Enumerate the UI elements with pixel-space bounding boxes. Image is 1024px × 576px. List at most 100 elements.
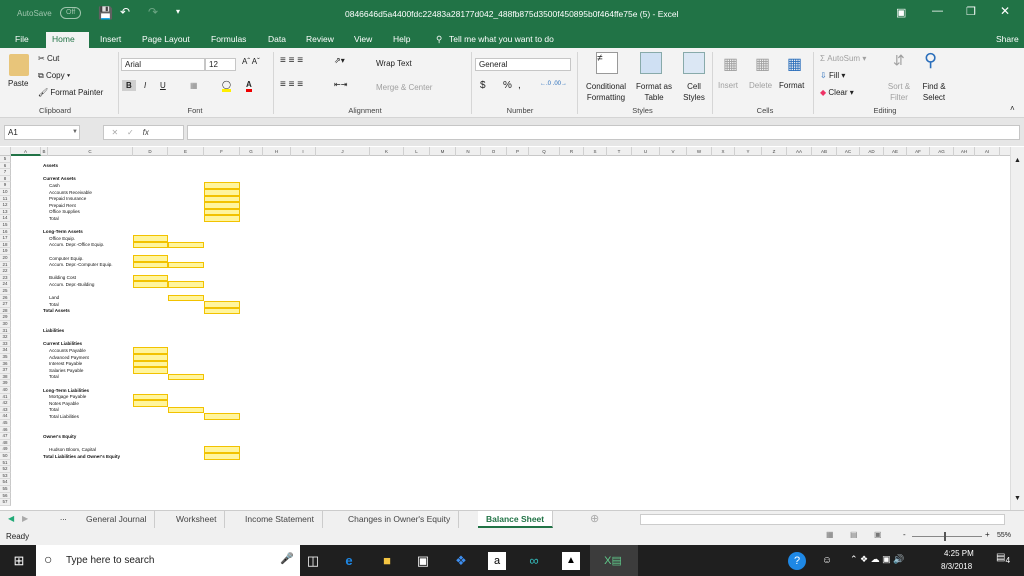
cell-label[interactable]: Computer Equip. <box>49 256 83 261</box>
merge-center-button[interactable]: Merge & Center <box>376 83 432 92</box>
row-header[interactable]: 17 <box>0 235 11 242</box>
input-cell-e18[interactable] <box>168 241 204 249</box>
column-header-aa[interactable]: AA <box>787 147 812 156</box>
row-header[interactable]: 9 <box>0 182 11 189</box>
input-cell-d18[interactable] <box>133 241 168 249</box>
currency-button[interactable]: $ <box>480 80 486 91</box>
row-header[interactable]: 32 <box>0 334 11 341</box>
format-as-table-button[interactable]: Format as Table <box>632 81 676 103</box>
input-cell-f13[interactable] <box>204 208 240 216</box>
input-cell-f11[interactable] <box>204 195 240 203</box>
prev-sheet-icon[interactable]: ◀ <box>8 514 14 523</box>
autosum-button[interactable]: Σ AutoSum ▾ <box>820 54 866 63</box>
row-header[interactable]: 47 <box>0 433 11 440</box>
clock-time[interactable]: 4:25 PM <box>944 549 974 558</box>
font-name-select[interactable]: Arial <box>121 58 205 71</box>
sheet-tab-income-statement[interactable]: Income Statement <box>237 511 323 528</box>
worksheet-grid[interactable]: 5 6 7 8 9 10 11 12 13 14 15 16 17 18 19 20 21 22 23 24 25 26 2… <box>0 156 1010 510</box>
formula-input[interactable] <box>187 125 1020 140</box>
input-cell-d42[interactable] <box>133 400 168 407</box>
tab-page-layout[interactable]: Page Layout <box>136 32 196 48</box>
row-header[interactable]: 6 <box>0 162 11 170</box>
tab-insert[interactable]: Insert <box>94 32 127 48</box>
input-cell-d23[interactable] <box>133 274 168 282</box>
row-header[interactable]: 35 <box>0 354 11 361</box>
input-cell-f14[interactable] <box>204 215 240 222</box>
column-header-a[interactable]: A <box>11 147 41 156</box>
close-icon[interactable]: ✕ <box>1000 4 1010 18</box>
font-color-icon[interactable]: A <box>246 80 252 92</box>
infinity-app-icon[interactable]: ∞ <box>525 552 543 570</box>
font-size-select[interactable]: 12 <box>205 58 236 71</box>
redo-icon[interactable]: ↷ <box>148 5 158 19</box>
cell-label[interactable]: Liabilities <box>43 328 64 333</box>
row-header[interactable]: 23 <box>0 274 11 282</box>
zoom-level[interactable]: 55% <box>997 532 1011 539</box>
tab-review[interactable]: Review <box>300 32 340 48</box>
format-painter-button[interactable]: 🖌 Format Painter <box>38 88 103 97</box>
cell-label[interactable]: Accounts Payable <box>49 348 86 353</box>
row-header[interactable]: 20 <box>0 255 11 262</box>
row-header[interactable]: 51 <box>0 459 11 467</box>
input-cell-e38[interactable] <box>168 373 204 381</box>
input-cell-d41[interactable] <box>133 393 168 401</box>
cell-label[interactable]: Office Equip. <box>49 236 75 241</box>
row-header[interactable]: 18 <box>0 241 11 249</box>
column-header-n[interactable]: N <box>456 147 481 156</box>
store-icon[interactable]: ▣ <box>414 552 432 570</box>
number-format-select[interactable]: General <box>475 58 571 71</box>
row-header[interactable]: 24 <box>0 281 11 288</box>
zoom-slider-thumb[interactable] <box>944 532 946 541</box>
tab-formulas[interactable]: Formulas <box>205 32 252 48</box>
row-header[interactable]: 52 <box>0 466 11 473</box>
dropbox-icon[interactable]: ❖ <box>452 552 470 570</box>
column-header-e[interactable]: E <box>168 147 204 156</box>
input-cell-e24[interactable] <box>168 281 204 288</box>
column-header-s[interactable]: S <box>584 147 607 156</box>
row-header[interactable]: 45 <box>0 420 11 427</box>
row-header[interactable]: 11 <box>0 195 11 203</box>
column-header-t[interactable]: T <box>607 147 632 156</box>
save-icon[interactable]: 💾 <box>98 6 113 20</box>
restore-icon[interactable]: ❐ <box>966 5 976 18</box>
customize-qat-icon[interactable]: ▾ <box>176 7 180 16</box>
cell-label[interactable]: Total <box>49 302 59 307</box>
horizontal-scrollbar[interactable] <box>640 514 1005 525</box>
column-header-ae[interactable]: AE <box>884 147 907 156</box>
cell-label[interactable]: Long-Term Assets <box>43 229 83 234</box>
cell-label[interactable]: Owner's Equity <box>43 434 76 439</box>
column-header-d[interactable]: D <box>133 147 168 156</box>
cell-label[interactable]: Long-Term Liabilities <box>43 388 89 393</box>
row-header[interactable]: 8 <box>0 175 11 183</box>
windows-start-icon[interactable]: ⊞ <box>10 552 28 570</box>
name-box-dropdown-icon[interactable]: ▼ <box>72 129 78 135</box>
cell-label[interactable]: Total Liabilities and Owner's Equity <box>43 454 120 459</box>
row-header[interactable]: 57 <box>0 499 11 506</box>
zoom-slider[interactable] <box>912 536 982 537</box>
column-header-ab[interactable]: AB <box>812 147 837 156</box>
row-header[interactable]: 40 <box>0 387 11 394</box>
next-sheet-icon[interactable]: ▶ <box>22 514 28 523</box>
row-header[interactable]: 7 <box>0 169 11 176</box>
cell-label[interactable]: Salaries Payable <box>49 368 83 373</box>
cell-label[interactable]: Total <box>49 216 59 221</box>
tab-data[interactable]: Data <box>262 32 292 48</box>
row-header[interactable]: 15 <box>0 222 11 229</box>
row-header[interactable]: 14 <box>0 215 11 222</box>
input-cell-f50[interactable] <box>204 453 240 460</box>
task-view-icon[interactable]: ◫ <box>304 552 322 570</box>
column-header-x[interactable]: X <box>712 147 735 156</box>
ribbon-display-icon[interactable]: ▣ <box>896 6 906 19</box>
row-header[interactable]: 50 <box>0 453 11 460</box>
sort-filter-button[interactable]: Sort & Filter <box>884 81 914 103</box>
clock-date[interactable]: 8/3/2018 <box>941 562 972 571</box>
input-cell-d20[interactable] <box>133 255 168 262</box>
row-header[interactable]: 55 <box>0 486 11 493</box>
align-top-icon[interactable]: ≡ ≡ ≡ <box>280 55 303 66</box>
input-cell-d17[interactable] <box>133 235 168 242</box>
cell-label[interactable]: Advanced Payment <box>49 355 89 360</box>
column-header-v[interactable]: V <box>660 147 687 156</box>
sheet-tab-balance-sheet[interactable]: Balance Sheet <box>478 511 554 528</box>
page-break-view-icon[interactable]: ▣ <box>874 530 882 539</box>
zoom-in-icon[interactable]: + <box>985 530 990 539</box>
